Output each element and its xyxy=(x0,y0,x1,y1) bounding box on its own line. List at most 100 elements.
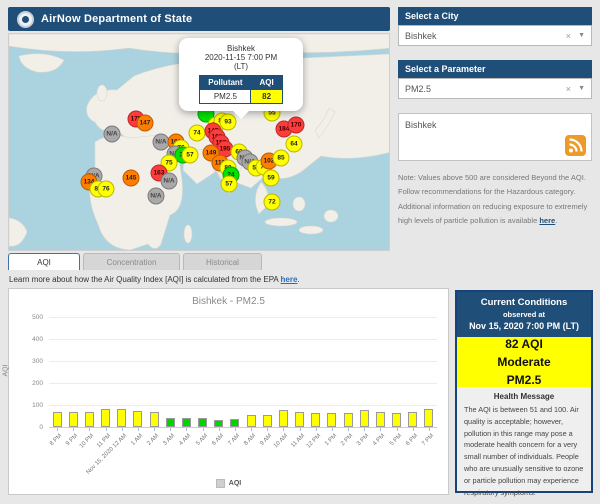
chart-bar[interactable] xyxy=(150,412,159,427)
conditions-aqi-pollutant: PM2.5 xyxy=(507,373,542,387)
chart-x-label: 4 PM xyxy=(372,433,386,447)
conditions-subtitle: observed at xyxy=(459,310,589,319)
chart-gridline xyxy=(49,361,437,362)
chart-x-tick xyxy=(332,428,333,431)
chart-bar[interactable] xyxy=(279,410,288,427)
chart-bar[interactable] xyxy=(182,418,191,427)
chart-y-tick: 300 xyxy=(15,358,43,365)
aqi-marker[interactable]: 64 xyxy=(286,136,303,153)
aqi-marker[interactable]: 74 xyxy=(189,125,206,142)
aqi-marker[interactable]: N/A xyxy=(104,126,121,143)
chart-x-label: 9 PM xyxy=(65,433,79,447)
conditions-aqi-box: 82 AQI Moderate PM2.5 xyxy=(457,337,591,387)
popup-city: Bishkek xyxy=(184,44,298,53)
map-popup[interactable]: Bishkek 2020-11-15 7:00 PM (LT) Pollutan… xyxy=(179,38,303,111)
clear-icon[interactable]: × xyxy=(566,31,571,41)
app-title: AirNow Department of State xyxy=(41,13,192,25)
chart-x-label: 8 AM xyxy=(243,433,257,447)
chart-y-tick: 500 xyxy=(15,314,43,321)
popup-table: Pollutant AQI PM2.5 82 xyxy=(199,75,282,104)
world-aqi-map[interactable]: N/A175147N/A10176N/A315775163N/AN/A145N/… xyxy=(8,33,390,251)
tab-bar: AQI Concentration Historical xyxy=(8,253,265,270)
chart-gridline xyxy=(49,339,437,340)
chart-x-tick xyxy=(251,428,252,431)
chart-x-tick xyxy=(364,428,365,431)
chart-y-tick: 400 xyxy=(15,336,43,343)
chart-bar[interactable] xyxy=(408,412,417,427)
chart-x-label: 9 AM xyxy=(260,433,274,447)
chart-gridline xyxy=(49,317,437,318)
health-message-title: Health Message xyxy=(464,392,584,401)
aqi-marker[interactable]: 85 xyxy=(273,150,290,167)
aqi-marker[interactable]: 170 xyxy=(288,117,305,134)
aqi-marker[interactable]: 145 xyxy=(123,170,140,187)
note-here-link[interactable]: here xyxy=(539,216,555,225)
chart-x-tick xyxy=(73,428,74,431)
health-message-box: Health Message The AQI is between 51 and… xyxy=(457,387,591,504)
chart-x-tick xyxy=(106,428,107,431)
clear-icon[interactable]: × xyxy=(566,84,571,94)
city-dropdown[interactable]: Bishkek × ▼ xyxy=(398,25,592,46)
learn-more-line: Learn more about how the Air Quality Ind… xyxy=(9,275,300,284)
learn-more-here-link[interactable]: here xyxy=(281,275,298,284)
chart-bar[interactable] xyxy=(85,412,94,427)
aqi-marker[interactable]: 59 xyxy=(263,170,280,187)
aqi-marker[interactable]: N/A xyxy=(148,188,165,205)
learn-more-end: . xyxy=(297,275,299,284)
chart-x-label: 5 AM xyxy=(195,433,209,447)
chart-bar[interactable] xyxy=(69,412,78,427)
chart-bar[interactable] xyxy=(392,413,401,427)
popup-aqi-value: 82 xyxy=(251,90,282,104)
chart-x-label: 3 AM xyxy=(163,433,177,447)
chart-bar[interactable] xyxy=(327,413,336,427)
chevron-down-icon[interactable]: ▼ xyxy=(578,85,585,92)
chart-x-tick xyxy=(138,428,139,431)
chart-bar[interactable] xyxy=(311,413,320,427)
aqi-marker[interactable]: N/A xyxy=(161,173,178,190)
chart-x-label: 1 AM xyxy=(130,433,144,447)
parameter-dropdown[interactable]: PM2.5 × ▼ xyxy=(398,78,592,99)
conditions-title: Current Conditions xyxy=(459,297,589,308)
aqi-marker[interactable]: 72 xyxy=(264,194,281,211)
chart-bar[interactable] xyxy=(214,420,223,427)
chart-bar[interactable] xyxy=(295,412,304,427)
city-feed-box: Bishkek xyxy=(398,113,592,161)
chart-x-label: 7 PM xyxy=(421,433,435,447)
chart-bar[interactable] xyxy=(117,409,126,427)
popup-pollutant-value: PM2.5 xyxy=(200,90,251,104)
tab-aqi[interactable]: AQI xyxy=(8,253,80,270)
chart-x-tick xyxy=(397,428,398,431)
chart-bar[interactable] xyxy=(247,415,256,427)
chart-x-tick xyxy=(316,428,317,431)
aqi-marker[interactable]: 57 xyxy=(221,176,238,193)
chart-bar[interactable] xyxy=(101,409,110,427)
chart-x-tick xyxy=(203,428,204,431)
health-message-text: The AQI is between 51 and 100. Air quali… xyxy=(464,404,584,499)
chart-bar[interactable] xyxy=(53,412,62,427)
chart-bar[interactable] xyxy=(424,409,433,427)
chart-bar[interactable] xyxy=(344,413,353,427)
aqi-marker[interactable]: 147 xyxy=(137,115,154,132)
current-conditions-panel: Current Conditions observed at Nov 15, 2… xyxy=(455,290,593,493)
chart-x-label: 4 AM xyxy=(179,433,193,447)
aqi-marker[interactable]: 57 xyxy=(182,147,199,164)
chart-bar[interactable] xyxy=(230,419,239,427)
rss-icon[interactable] xyxy=(565,135,586,156)
chart-x-tick xyxy=(380,428,381,431)
feed-city-label: Bishkek xyxy=(405,120,437,130)
chart-bar[interactable] xyxy=(263,415,272,427)
chart-bar[interactable] xyxy=(166,418,175,427)
chart-legend: AQI xyxy=(9,479,448,488)
chart-x-tick xyxy=(219,428,220,431)
chart-bar[interactable] xyxy=(133,411,142,427)
select-city-header: Select a City xyxy=(398,7,592,25)
chart-bar[interactable] xyxy=(376,412,385,427)
beyond-aqi-note: Note: Values above 500 are considered Be… xyxy=(398,171,592,228)
chart-x-tick xyxy=(89,428,90,431)
chevron-down-icon[interactable]: ▼ xyxy=(578,32,585,39)
chart-bar[interactable] xyxy=(198,418,207,427)
tab-historical[interactable]: Historical xyxy=(183,253,262,270)
chart-bar[interactable] xyxy=(360,410,369,427)
aqi-marker[interactable]: 76 xyxy=(98,181,115,198)
tab-concentration[interactable]: Concentration xyxy=(83,253,180,270)
